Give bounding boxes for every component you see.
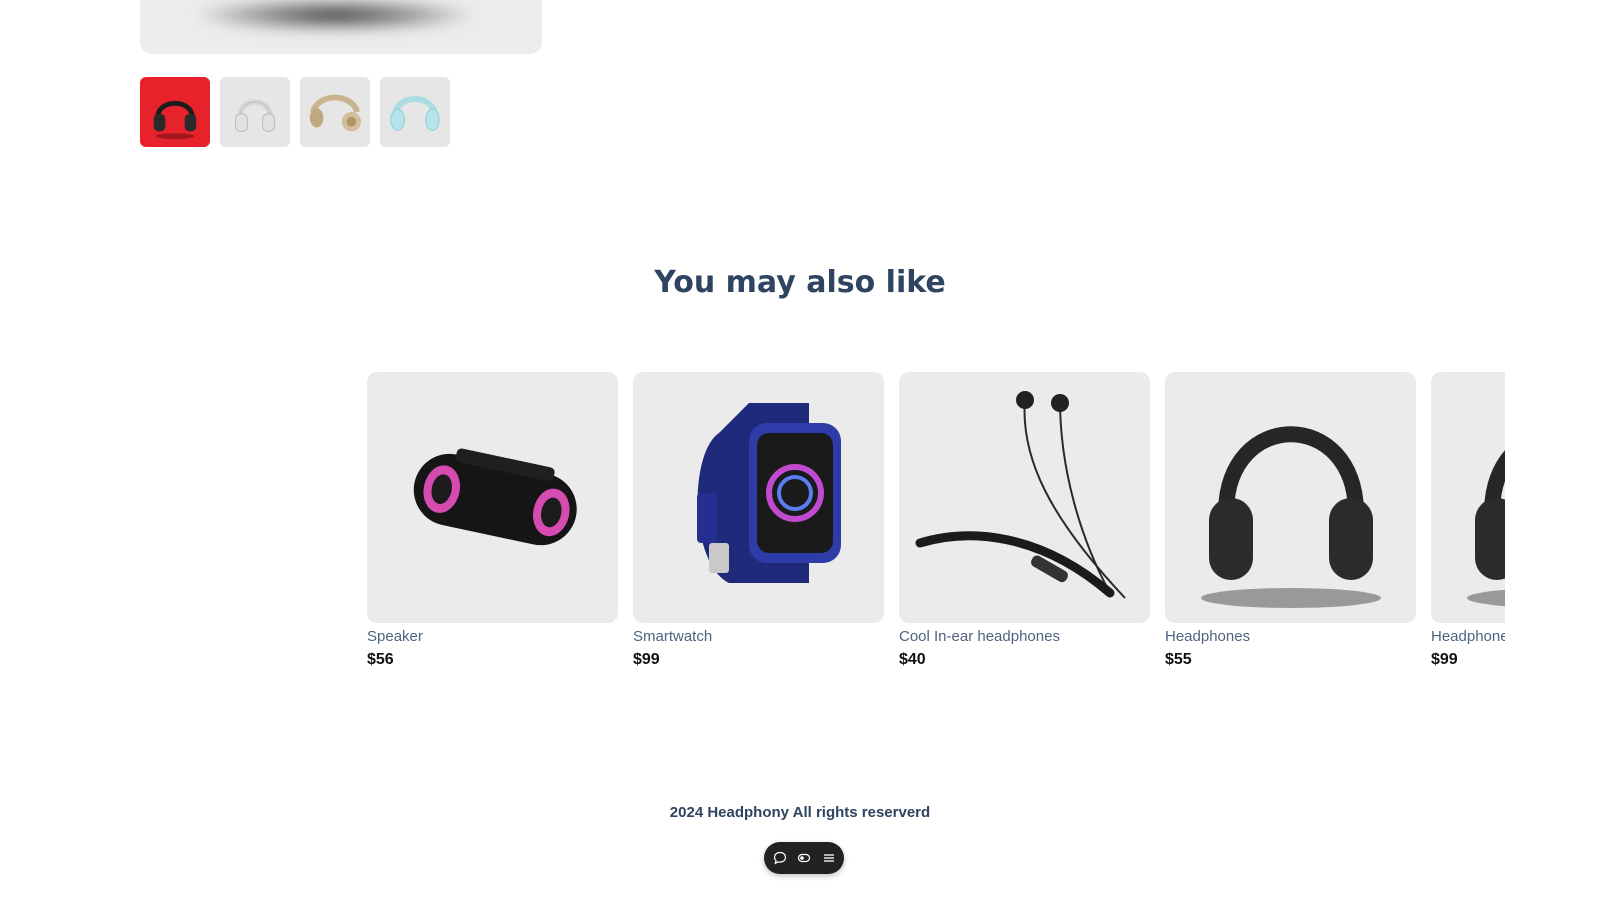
product-price: $99 bbox=[633, 651, 660, 668]
section-title: You may also like bbox=[654, 265, 946, 300]
product-name: Smartwatch bbox=[633, 628, 713, 645]
menu-icon bbox=[823, 854, 834, 862]
toggle-icon bbox=[797, 853, 811, 863]
thumbnail-3[interactable] bbox=[300, 77, 370, 147]
headphones-icon bbox=[1200, 425, 1381, 608]
main-product-image bbox=[140, 0, 542, 54]
headphones-black-red-bg-icon bbox=[153, 101, 197, 140]
thumbnail-1[interactable] bbox=[140, 77, 210, 147]
toggle-button[interactable] bbox=[795, 849, 813, 867]
product-price: $55 bbox=[1165, 651, 1192, 668]
product-name: Headphones bbox=[1165, 628, 1251, 645]
product-image bbox=[1431, 372, 1505, 623]
product-name: Speaker bbox=[367, 628, 423, 645]
thumbnail-4[interactable] bbox=[380, 77, 450, 147]
product-image bbox=[367, 372, 618, 623]
product-card-smartwatch[interactable]: Smartwatch $99 bbox=[633, 372, 884, 669]
product-price: $40 bbox=[899, 651, 926, 668]
in-ear-headphones-icon bbox=[915, 390, 1126, 599]
headphones-mint-icon bbox=[390, 96, 440, 131]
product-image bbox=[633, 372, 884, 623]
product-image bbox=[899, 372, 1150, 623]
headphones-icon bbox=[1466, 449, 1505, 606]
floating-toolbar bbox=[764, 842, 844, 874]
product-price: $56 bbox=[367, 651, 394, 668]
product-card-headphones[interactable]: Headphones $55 bbox=[1165, 372, 1416, 669]
smartwatch-icon bbox=[696, 402, 841, 583]
product-price: $99 bbox=[1431, 651, 1458, 668]
product-card-in-ear-headphones[interactable]: Cool In-ear headphones $40 bbox=[899, 372, 1150, 669]
thumbnail-2[interactable] bbox=[220, 77, 290, 147]
product-name: Cool In-ear headphones bbox=[899, 628, 1060, 645]
speaker-icon bbox=[413, 447, 577, 545]
thumbnail-gallery bbox=[140, 77, 450, 147]
chat-button[interactable] bbox=[771, 849, 789, 867]
product-image bbox=[1165, 372, 1416, 623]
product-shadow bbox=[200, 0, 470, 32]
menu-button[interactable] bbox=[820, 849, 838, 867]
carousel-track: Speaker $56 Smartwatch $99 Cool In-ear h… bbox=[367, 372, 1505, 669]
footer-copyright: 2024 Headphony All rights reserverd bbox=[669, 804, 931, 821]
headphones-white-icon bbox=[235, 99, 275, 132]
recommendation-carousel[interactable]: Speaker $56 Smartwatch $99 Cool In-ear h… bbox=[367, 372, 1505, 692]
product-name: Headphones bbox=[1431, 628, 1505, 645]
product-card-headphones-2[interactable]: Headphones $99 bbox=[1431, 372, 1505, 669]
product-card-speaker[interactable]: Speaker $56 bbox=[367, 372, 618, 669]
headphones-beige-icon bbox=[309, 94, 362, 132]
product-page: You may also like Speaker $56 Smartwatch… bbox=[0, 0, 1600, 900]
chat-icon bbox=[773, 851, 786, 865]
